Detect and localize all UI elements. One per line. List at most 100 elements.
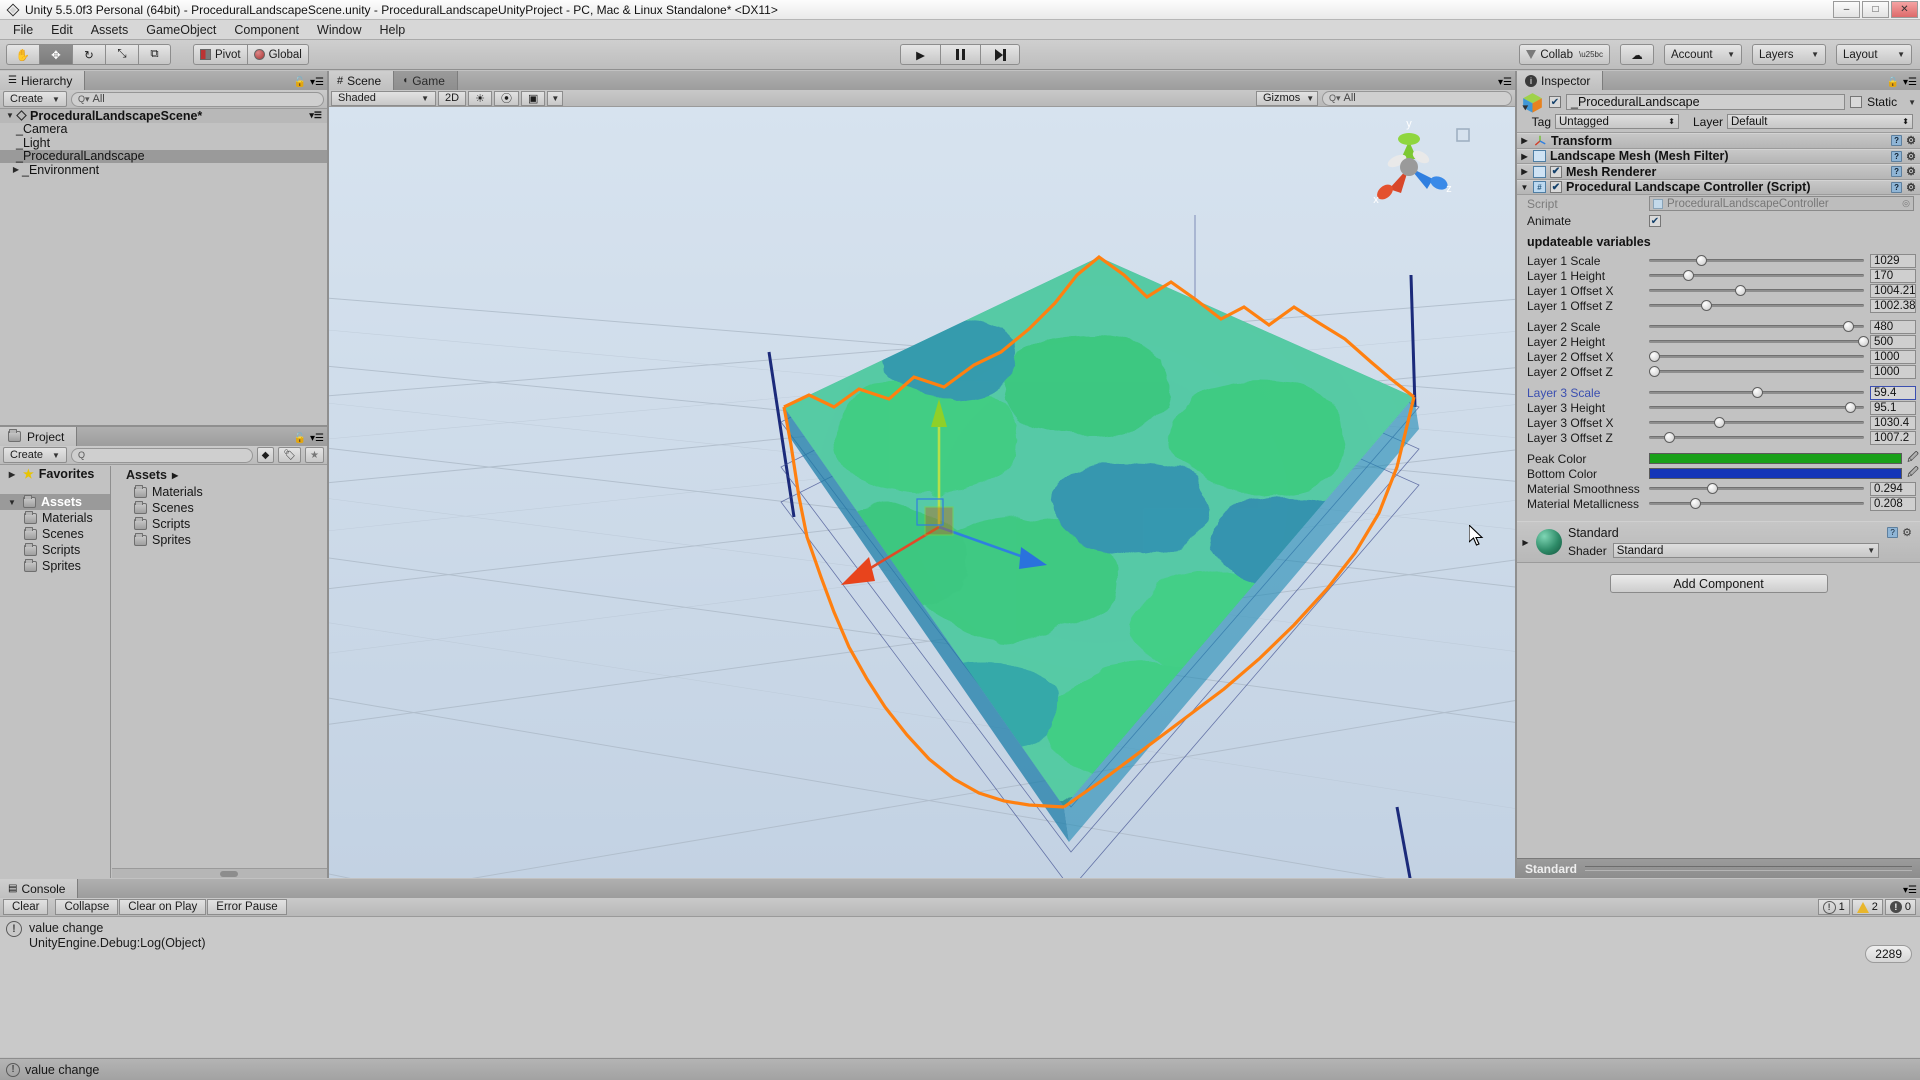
status-bar[interactable]: ! value change [0, 1058, 1920, 1080]
toggle-2d-button[interactable]: 2D [438, 90, 467, 106]
project-breadcrumb[interactable]: Assets ▶ [112, 466, 327, 484]
object-picker-icon[interactable]: ◎ [1902, 198, 1910, 209]
collab-button[interactable]: Collab \u25bc [1519, 44, 1610, 65]
pivot-toggle[interactable]: Pivot [193, 44, 247, 65]
scrollbar-thumb[interactable] [220, 871, 238, 877]
slider-layer1-offsetz[interactable] [1649, 299, 1864, 312]
slider-layer2-height[interactable] [1649, 335, 1869, 348]
gear-icon[interactable]: ⚙ [1906, 165, 1916, 178]
project-tree-item-scenes[interactable]: Scenes [0, 526, 110, 542]
console-error-count[interactable]: ! 0 [1884, 899, 1916, 915]
menu-window[interactable]: Window [308, 22, 370, 38]
tab-project[interactable]: Project [0, 427, 78, 446]
pause-button[interactable] [940, 44, 980, 65]
scene-menu-icon[interactable]: ▾☰ [309, 110, 327, 121]
chevron-down-icon[interactable]: ▼ [1908, 98, 1916, 107]
splitter-right[interactable] [1515, 71, 1517, 878]
panel-menu-icon[interactable]: ▾☰ [1498, 77, 1512, 88]
scene-audio-icon[interactable]: ⦿ [493, 90, 519, 106]
gear-icon[interactable]: ⚙ [1906, 134, 1916, 147]
filter-by-label-button[interactable]: 🏷 [278, 447, 302, 463]
gizmos-dropdown[interactable]: Gizmos ▼ [1256, 90, 1318, 106]
animate-checkbox[interactable]: ✔ [1649, 215, 1661, 227]
favorites-filter-button[interactable]: ★ [305, 447, 324, 463]
menu-gameobject[interactable]: GameObject [137, 22, 225, 38]
object-active-checkbox[interactable]: ✔ [1549, 96, 1561, 108]
scene-tab-menu[interactable]: ▾☰ [1498, 77, 1512, 88]
slider-layer1-offsetx[interactable] [1649, 284, 1864, 297]
shader-dropdown[interactable]: Standard ▼ [1612, 543, 1880, 558]
console-log-entry[interactable]: ! value change UnityEngine.Debug:Log(Obj… [0, 917, 1920, 955]
slider-layer3-height[interactable] [1649, 401, 1864, 414]
tab-inspector[interactable]: i Inspector [1517, 71, 1604, 90]
field-value[interactable]: 1000 [1870, 364, 1916, 379]
cloud-button[interactable]: ☁ [1620, 44, 1654, 65]
component-header-mesh-filter[interactable]: ▶ Landscape Mesh (Mesh Filter) ? ⚙ [1517, 148, 1920, 164]
slider-layer3-offsetz[interactable] [1649, 431, 1864, 444]
slider-material-smoothness[interactable] [1649, 482, 1864, 495]
chevron-down-icon[interactable]: ▼ [6, 498, 18, 507]
peak-color-swatch[interactable] [1649, 453, 1902, 464]
static-checkbox[interactable]: ✔ [1850, 96, 1863, 108]
hierarchy-item-camera[interactable]: _Camera [0, 122, 327, 136]
console-warning-count[interactable]: 2 [1851, 899, 1883, 915]
chevron-right-icon[interactable]: ▶ [10, 165, 22, 174]
field-value[interactable]: 95.1 [1870, 400, 1916, 415]
splitter-left[interactable] [327, 71, 329, 878]
eyedropper-icon[interactable]: 🖉 [1906, 464, 1920, 483]
lock-icon[interactable]: 🔓 [294, 433, 306, 444]
field-value[interactable]: 0.294 [1870, 481, 1916, 496]
component-header-transform[interactable]: ▶ Transform ? ⚙ [1517, 133, 1920, 149]
move-tool-icon[interactable]: ✥ [39, 44, 72, 65]
project-asset-scenes[interactable]: Scenes [112, 500, 327, 516]
script-enabled-checkbox[interactable]: ✔ [1550, 181, 1562, 194]
splitter-hierarchy-project[interactable] [0, 425, 327, 427]
gear-icon[interactable]: ⚙ [1906, 181, 1916, 194]
field-value[interactable]: 500 [1870, 334, 1916, 349]
scene-search-input[interactable]: Q▾ All [1322, 90, 1512, 106]
project-asset-sprites[interactable]: Sprites [112, 532, 327, 548]
hand-tool-icon[interactable]: ✋ [6, 44, 39, 65]
project-asset-materials[interactable]: Materials [112, 484, 327, 500]
field-value[interactable]: 1030.4 [1870, 415, 1916, 430]
panel-menu-icon[interactable]: ▾☰ [310, 77, 324, 88]
field-value[interactable]: 170 [1870, 268, 1916, 283]
maximize-button[interactable]: □ [1862, 1, 1889, 18]
hierarchy-tab-menu[interactable]: 🔓 ▾☰ [294, 77, 324, 88]
scene-effects-dropdown[interactable]: ▼ [547, 90, 564, 106]
hierarchy-create-button[interactable]: Create ▼ [3, 91, 67, 107]
menu-edit[interactable]: Edit [42, 22, 82, 38]
slider-layer2-offsetz[interactable] [1649, 365, 1864, 378]
menu-help[interactable]: Help [370, 22, 414, 38]
hierarchy-item-environment[interactable]: ▶ _Environment [0, 163, 327, 177]
lock-icon[interactable]: 🔓 [294, 77, 306, 88]
field-value[interactable]: 1029 [1870, 253, 1916, 268]
menu-assets[interactable]: Assets [82, 22, 138, 38]
chevron-down-icon[interactable]: ▼ [1520, 183, 1529, 192]
slider-layer2-scale[interactable] [1649, 320, 1864, 333]
component-header-landscape-controller[interactable]: ▼ # ✔ Procedural Landscape Controller (S… [1517, 179, 1920, 195]
slider-layer3-offsetx[interactable] [1649, 416, 1864, 429]
console-clear-button[interactable]: Clear [3, 899, 49, 915]
chevron-right-icon[interactable]: ▶ [1520, 167, 1529, 176]
minimize-button[interactable]: – [1833, 1, 1860, 18]
hierarchy-search-input[interactable]: Q▾ All [70, 91, 324, 107]
project-search-input[interactable]: Q [70, 447, 253, 463]
gear-icon[interactable]: ⚙ [1906, 150, 1916, 163]
project-tree-item-materials[interactable]: Materials [0, 510, 110, 526]
console-tab-menu[interactable]: ▾☰ [1903, 885, 1917, 896]
chevron-right-icon[interactable]: ▶ [1521, 538, 1530, 547]
tab-hierarchy[interactable]: ☰ Hierarchy [0, 71, 86, 90]
scene-effects-icon[interactable]: ▣ [520, 90, 546, 106]
field-value[interactable]: 480 [1870, 319, 1916, 334]
project-tab-menu[interactable]: 🔓 ▾☰ [294, 433, 324, 444]
tab-game[interactable]: ◖ Game [394, 71, 458, 90]
help-icon[interactable]: ? [1891, 166, 1903, 178]
project-tree-item-sprites[interactable]: Sprites [0, 558, 110, 574]
project-asset-scripts[interactable]: Scripts [112, 516, 327, 532]
console-error-pause-button[interactable]: Error Pause [207, 899, 287, 915]
scene-lighting-icon[interactable]: ☀ [468, 90, 492, 106]
console-log-list[interactable]: ! value change UnityEngine.Debug:Log(Obj… [0, 917, 1920, 1057]
chevron-down-icon[interactable]: ▼ [4, 111, 16, 120]
project-horizontal-scrollbar[interactable] [112, 868, 327, 878]
